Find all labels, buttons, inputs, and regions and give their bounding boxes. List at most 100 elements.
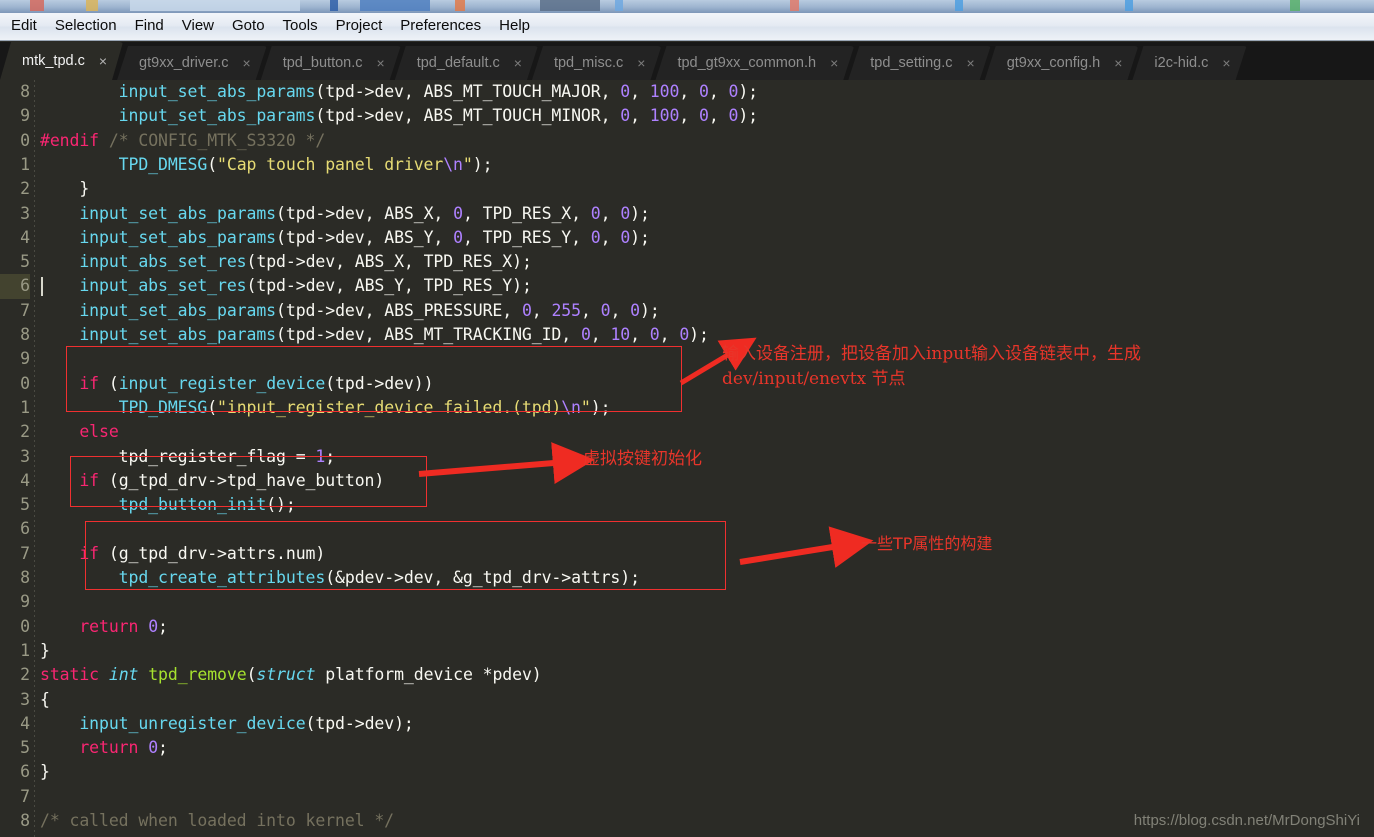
menu-item-selection[interactable]: Selection [46, 14, 126, 39]
close-icon[interactable]: × [637, 56, 645, 70]
tab-tpd-misc-c[interactable]: tpd_misc.c × [532, 46, 662, 80]
menu-item-goto[interactable]: Goto [223, 14, 274, 39]
code-line[interactable]: 7 if (g_tpd_drv->attrs.num) [0, 542, 1374, 566]
watermark-url: https://blog.csdn.net/MrDongShiYi [1133, 812, 1360, 829]
tab-gt9xx-driver-c[interactable]: gt9xx_driver.c × [117, 46, 267, 80]
code-line[interactable]: 9 static void tpd_init_work_callback(stru… [0, 833, 1374, 837]
tab-label: tpd_default.c [416, 55, 500, 71]
code-text: static int tpd_remove(struct platform_de… [40, 665, 542, 685]
tab-label: i2c-hid.c [1154, 55, 1209, 71]
code-text: if (input_register_device(tpd->dev)) [79, 373, 434, 393]
code-line[interactable]: 6} [0, 760, 1374, 784]
line-number: 1 [20, 640, 30, 660]
sublime-text-window: Edit Selection Find View Goto Tools Project Pre… [0, 0, 1374, 837]
code-text: input_set_abs_params(tpd->dev, ABS_Y, 0,… [79, 227, 650, 247]
line-number: 4 [20, 470, 30, 490]
code-line[interactable]: 3{ [0, 688, 1374, 712]
tab-mtk-tpd-c[interactable]: mtk_tpd.c × [0, 42, 123, 80]
code-line[interactable]: 6 [0, 517, 1374, 541]
code-line[interactable]: 9 input_set_abs_params(tpd->dev, ABS_MT_… [0, 104, 1374, 128]
line-number: 3 [20, 446, 30, 466]
tab-tpd-setting-c[interactable]: tpd_setting.c × [848, 46, 990, 80]
tab-label: tpd_button.c [282, 55, 363, 71]
code-text: static void tpd_init_work_callback(struc… [40, 833, 630, 837]
close-icon[interactable]: × [1222, 56, 1230, 70]
code-text: if (g_tpd_drv->tpd_have_button) [79, 470, 385, 490]
code-text: #endif /* CONFIG_MTK_S3320 */ [40, 130, 326, 150]
code-text: input_abs_set_res(tpd->dev, ABS_X, TPD_R… [79, 252, 532, 272]
line-number: 8 [20, 811, 30, 830]
line-number: 0 [20, 616, 30, 636]
code-line[interactable]: 9 [0, 590, 1374, 614]
code-editor[interactable]: 8 input_set_abs_params(tpd->dev, ABS_MT_… [0, 80, 1374, 837]
tab-bar: mtk_tpd.c × gt9xx_driver.c × tpd_button.c × tp… [0, 42, 1374, 80]
code-text: tpd_register_flag = 1; [118, 446, 336, 466]
code-text: return 0; [79, 738, 168, 758]
code-text: input_unregister_device(tpd->dev); [79, 713, 414, 733]
code-line[interactable]: 4 input_set_abs_params(tpd->dev, ABS_Y, … [0, 226, 1374, 250]
code-line[interactable]: 9 [0, 347, 1374, 371]
menu-item-find[interactable]: Find [126, 14, 173, 39]
code-line[interactable]: 8 tpd_create_attributes(&pdev->dev, &g_t… [0, 566, 1374, 590]
code-text: tpd_button_init(); [118, 495, 296, 515]
code-line[interactable]: 8 input_set_abs_params(tpd->dev, ABS_MT_… [0, 323, 1374, 347]
code-line[interactable]: 4 input_unregister_device(tpd->dev); [0, 712, 1374, 736]
menu-item-edit[interactable]: Edit [2, 14, 46, 39]
close-icon[interactable]: × [99, 54, 107, 68]
menu-item-project[interactable]: Project [327, 14, 392, 39]
code-text: return 0; [79, 616, 168, 636]
close-icon[interactable]: × [967, 56, 975, 70]
tab-label: mtk_tpd.c [22, 53, 85, 69]
code-line[interactable]: 1 TPD_DMESG("input_register_device faile… [0, 396, 1374, 420]
code-line[interactable]: 5 tpd_button_init(); [0, 493, 1374, 517]
line-number: 9 [0, 833, 30, 837]
menu-item-help[interactable]: Help [490, 14, 539, 39]
code-line[interactable]: 0 if (input_register_device(tpd->dev)) [0, 372, 1374, 396]
code-text: } [40, 762, 50, 782]
code-text: TPD_DMESG("input_register_device failed.… [118, 397, 611, 417]
code-line[interactable]: 1} [0, 639, 1374, 663]
code-line[interactable]: 3 tpd_register_flag = 1; [0, 445, 1374, 469]
close-icon[interactable]: × [377, 56, 385, 70]
code-line[interactable]: 2 static int tpd_remove(struct platform_d… [0, 663, 1374, 687]
tab-tpd-default-c[interactable]: tpd_default.c × [395, 46, 538, 80]
code-text: input_set_abs_params(tpd->dev, ABS_MT_TO… [118, 106, 758, 126]
tab-tpd-gt9xx-common-h[interactable]: tpd_gt9xx_common.h × [655, 46, 854, 80]
code-line[interactable]: 3 input_set_abs_params(tpd->dev, ABS_X, … [0, 202, 1374, 226]
tab-label: gt9xx_driver.c [139, 55, 229, 71]
line-number: 0 [20, 373, 30, 393]
close-icon[interactable]: × [1114, 56, 1122, 70]
code-line[interactable]: 7 input_set_abs_params(tpd->dev, ABS_PRE… [0, 299, 1374, 323]
code-line[interactable]: 5 input_abs_set_res(tpd->dev, ABS_X, TPD… [0, 250, 1374, 274]
menu-item-tools[interactable]: Tools [274, 14, 327, 39]
tab-label: tpd_misc.c [553, 55, 624, 71]
tab-tpd-button-c[interactable]: tpd_button.c × [261, 46, 401, 80]
code-line[interactable]: 0 return 0; [0, 615, 1374, 639]
code-line[interactable]: 6 input_abs_set_res(tpd->dev, ABS_Y, TPD… [0, 274, 1374, 299]
line-number: 4 [20, 227, 30, 247]
close-icon[interactable]: × [514, 56, 522, 70]
line-number: 3 [20, 689, 30, 709]
code-line[interactable]: 0 #endif /* CONFIG_MTK_S3320 */ [0, 129, 1374, 153]
menu-bar: Edit Selection Find View Goto Tools Project Pre… [0, 13, 1374, 41]
menu-item-preferences[interactable]: Preferences [391, 14, 490, 39]
tab-gt9xx-config-h[interactable]: gt9xx_config.h × [985, 46, 1139, 80]
code-line[interactable]: 2 else [0, 420, 1374, 444]
close-icon[interactable]: × [830, 56, 838, 70]
line-number: 5 [20, 252, 30, 272]
code-line[interactable]: 4 if (g_tpd_drv->tpd_have_button) [0, 469, 1374, 493]
code-line[interactable]: 1 TPD_DMESG("Cap touch panel driver\n"); [0, 153, 1374, 177]
code-text: } [40, 179, 90, 199]
code-line[interactable]: 5 return 0; [0, 736, 1374, 760]
line-number: 7 [20, 543, 30, 563]
menu-item-view[interactable]: View [173, 14, 223, 39]
line-number: 7 [20, 786, 30, 806]
code-line[interactable]: 7 [0, 785, 1374, 809]
line-number: 2 [20, 179, 30, 199]
code-text: input_set_abs_params(tpd->dev, ABS_MT_TO… [118, 82, 758, 101]
close-icon[interactable]: × [243, 56, 251, 70]
code-line[interactable]: 8 input_set_abs_params(tpd->dev, ABS_MT_… [0, 80, 1374, 104]
background-window-strip [0, 0, 1374, 13]
code-line[interactable]: 2 } [0, 177, 1374, 201]
tab-i2c-hid-c[interactable]: i2c-hid.c × [1132, 46, 1246, 80]
